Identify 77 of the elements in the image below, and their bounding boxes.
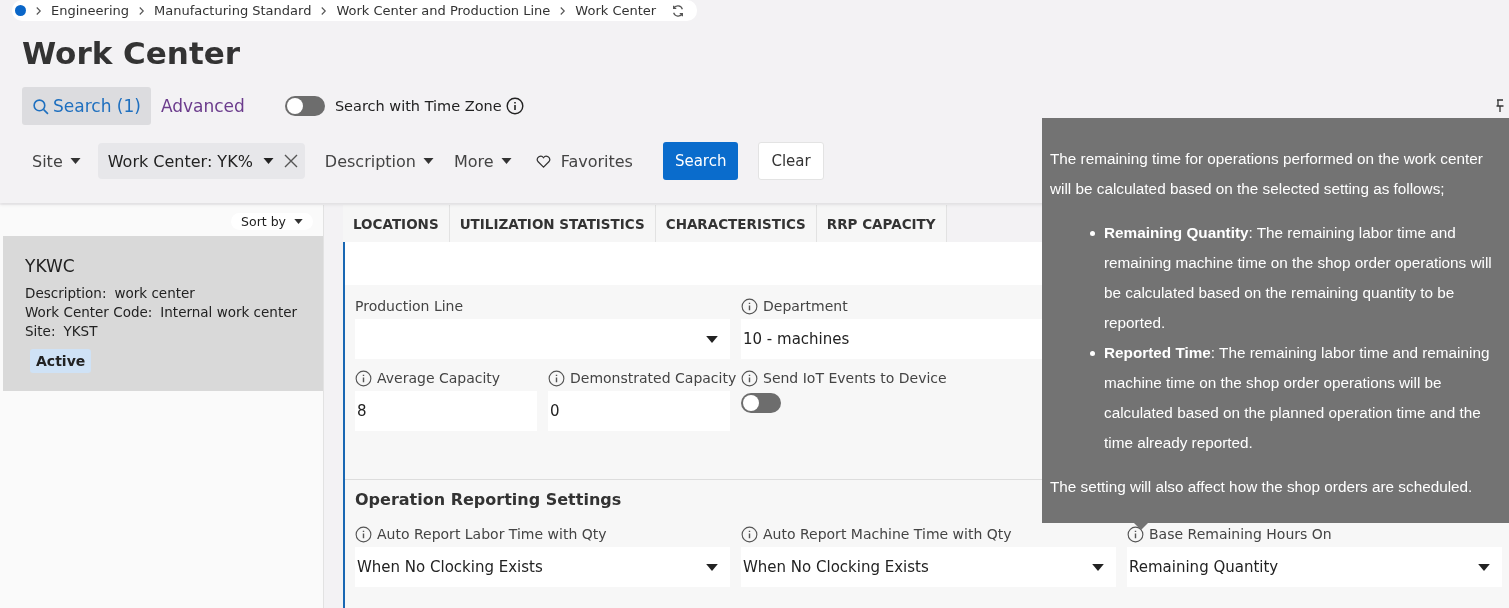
field-label: Auto Report Machine Time with Qty: [763, 526, 1012, 542]
field-label: Work Center Code:: [25, 303, 153, 322]
info-icon[interactable]: [548, 369, 565, 387]
home-icon[interactable]: [15, 5, 26, 16]
caret-icon: [706, 335, 718, 343]
select-field[interactable]: When No Clocking Exists: [741, 547, 1116, 587]
tab[interactable]: RRP CAPACITY: [816, 205, 947, 242]
filter-chip[interactable]: Work Center: YK%: [97, 143, 305, 179]
field-label: Send IoT Events to Device: [763, 370, 947, 386]
caret-icon: [1092, 563, 1104, 571]
select-field[interactable]: Remaining Quantity: [1127, 547, 1502, 587]
toggle-label: Search with Time Zone: [334, 98, 502, 114]
field-label: Average Capacity: [377, 370, 501, 386]
favorites-button[interactable]: Favorites: [521, 151, 641, 171]
select-field[interactable]: When No Clocking Exists: [355, 547, 730, 587]
field-label: Department: [763, 298, 848, 314]
field-value: YKST: [63, 322, 98, 341]
caret-icon: [69, 158, 81, 164]
info-icon[interactable]: [741, 297, 758, 315]
caret-icon: [422, 158, 434, 164]
caret-icon: [1478, 563, 1490, 571]
clear-button[interactable]: Clear: [758, 142, 824, 180]
caret-icon: [706, 563, 718, 571]
search-icon: [32, 97, 49, 115]
tab[interactable]: UTILIZATION STATISTICS: [449, 205, 656, 242]
chevron-right-icon: [35, 5, 42, 16]
item-title: YKWC: [25, 256, 76, 276]
field-value: Internal work center: [160, 303, 298, 322]
field-label: Site:: [25, 322, 56, 341]
search-button[interactable]: Search: [662, 142, 739, 180]
input-field[interactable]: 8: [355, 391, 537, 431]
chevron-right-icon: [559, 5, 567, 16]
breadcrumb-link[interactable]: Manufacturing Standard: [154, 3, 312, 18]
info-icon[interactable]: [741, 525, 758, 543]
tooltip-text: The remaining time for operations performed on the work center will be calculated based on the selected setting as follows;: [1050, 149, 1484, 199]
field-label: Production Line: [355, 298, 464, 314]
status-badge: Active: [30, 349, 92, 373]
filter-dropdown[interactable]: Description: [314, 151, 444, 171]
tooltip-text: The setting will also affect how the shop orders are scheduled.: [1050, 477, 1474, 497]
filter-dropdown[interactable]: Site: [22, 151, 91, 171]
heart-icon: [535, 154, 551, 168]
chevron-right-icon: [320, 5, 328, 16]
caret-icon: [262, 158, 274, 164]
info-icon[interactable]: [355, 369, 372, 387]
page-title: Work Center: [22, 35, 242, 71]
toggle-switch[interactable]: [284, 96, 325, 116]
breadcrumb-link[interactable]: Engineering: [51, 3, 129, 18]
section-title: Operation Reporting Settings: [355, 490, 623, 509]
field-label: Demonstrated Capacity: [570, 370, 737, 386]
caret-icon: [500, 158, 512, 164]
breadcrumb-link[interactable]: Work Center and Production Line: [336, 3, 551, 18]
toggle-switch[interactable]: [741, 393, 781, 413]
input-field[interactable]: 0: [548, 391, 730, 431]
search-mode-tab[interactable]: Search (1): [22, 87, 151, 125]
info-icon[interactable]: [741, 369, 758, 387]
filter-dropdown[interactable]: More: [443, 151, 522, 171]
caret-icon: [294, 219, 303, 224]
info-icon[interactable]: [355, 525, 372, 543]
bullet-dot: [1090, 351, 1095, 356]
tab[interactable]: CHARACTERISTICS: [655, 205, 817, 242]
info-icon[interactable]: [1127, 525, 1144, 543]
field-label: Auto Report Labor Time with Qty: [377, 526, 607, 542]
close-icon[interactable]: [283, 154, 298, 168]
sort-dropdown[interactable]: Sort by: [231, 213, 313, 230]
field-label: Description:: [25, 284, 107, 303]
pin-icon[interactable]: [1495, 99, 1505, 113]
search-mode-tab[interactable]: Advanced: [150, 87, 255, 125]
breadcrumb-link[interactable]: Work Center: [575, 3, 657, 18]
bullet-dot: [1090, 231, 1095, 236]
refresh-icon[interactable]: [671, 3, 686, 18]
select-field[interactable]: [355, 319, 730, 359]
list-item-card[interactable]: YKWC Description: work center Work Center Code: Internal work center Site: YKST Active: [3, 236, 323, 391]
field-value: work center: [114, 284, 195, 303]
info-icon[interactable]: [505, 97, 524, 115]
field-label: Base Remaining Hours On: [1149, 526, 1332, 542]
chevron-right-icon: [138, 5, 145, 16]
tab[interactable]: LOCATIONS: [343, 205, 450, 242]
